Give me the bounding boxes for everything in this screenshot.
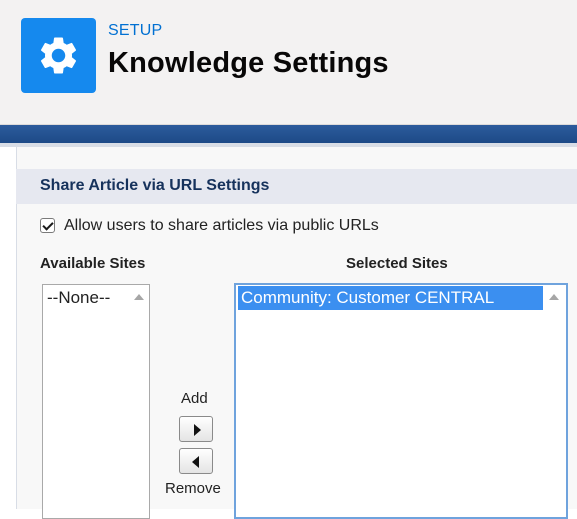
available-sites-header: Available Sites bbox=[40, 255, 146, 272]
selected-sites-header: Selected Sites bbox=[346, 255, 448, 272]
remove-button[interactable] bbox=[179, 448, 213, 474]
setup-app-icon bbox=[21, 18, 96, 93]
arrow-left-icon bbox=[192, 456, 199, 468]
list-item-selected[interactable]: Community: Customer CENTRAL bbox=[238, 286, 543, 310]
scroll-up-arrow-icon[interactable] bbox=[134, 294, 144, 300]
page-title: Knowledge Settings bbox=[108, 47, 389, 79]
add-label: Add bbox=[181, 390, 208, 407]
add-button[interactable] bbox=[179, 416, 213, 442]
section-title: Share Article via URL Settings bbox=[40, 177, 270, 194]
gear-icon bbox=[40, 37, 77, 74]
allow-public-urls-label[interactable]: Allow users to share articles via public… bbox=[64, 217, 379, 235]
available-sites-list[interactable]: --None-- bbox=[42, 284, 150, 519]
page-header: SETUP Knowledge Settings bbox=[0, 0, 577, 125]
remove-label: Remove bbox=[165, 480, 221, 497]
breadcrumb[interactable]: SETUP bbox=[108, 22, 162, 40]
scroll-up-arrow-icon[interactable] bbox=[549, 294, 559, 300]
list-item[interactable]: --None-- bbox=[47, 288, 110, 308]
header-band bbox=[0, 125, 577, 143]
selected-sites-list[interactable]: Community: Customer CENTRAL bbox=[234, 283, 568, 519]
arrow-right-icon bbox=[194, 424, 201, 436]
allow-public-urls-checkbox[interactable] bbox=[40, 218, 55, 233]
